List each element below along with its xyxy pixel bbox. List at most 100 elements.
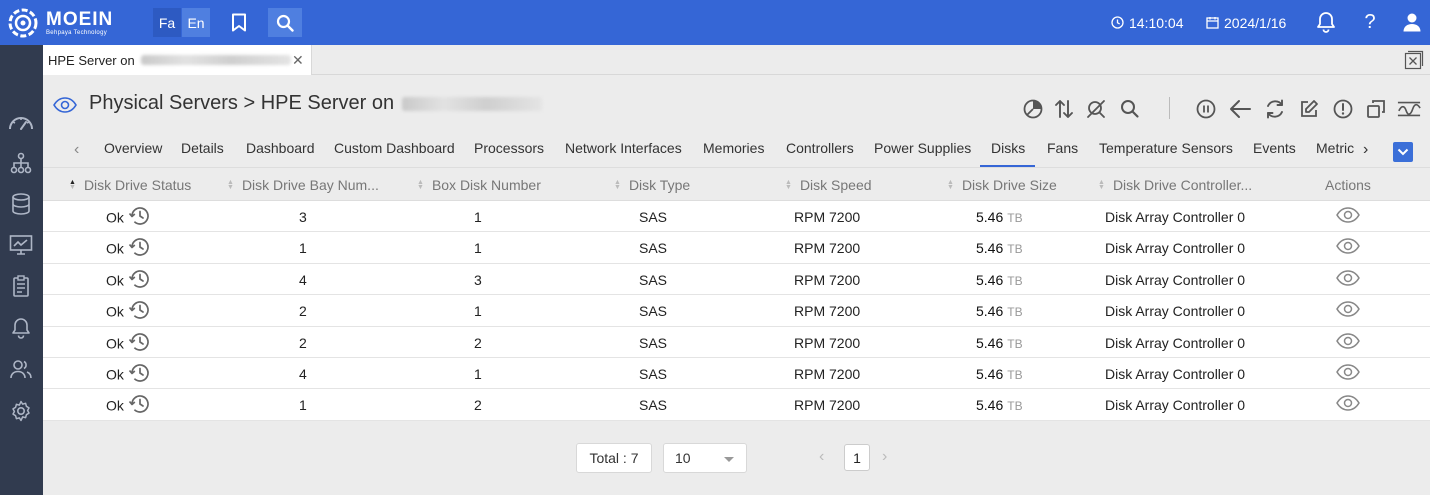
disk-size-value: 5.46 bbox=[976, 240, 1004, 257]
tab-metric[interactable]: Metric bbox=[1316, 140, 1354, 156]
tabs-scroll-left-icon[interactable]: ‹ bbox=[74, 141, 79, 159]
view-details-eye-icon[interactable] bbox=[1336, 270, 1360, 289]
total-count: Total : 7 bbox=[576, 443, 652, 473]
chart-button[interactable] bbox=[1021, 97, 1045, 121]
view-details-eye-icon[interactable] bbox=[1336, 238, 1360, 257]
copy-button[interactable] bbox=[1364, 97, 1388, 121]
table-row[interactable]: Ok 1 1 SAS RPM 7200 5.46 TB Disk Array Controll… bbox=[43, 232, 1430, 264]
bookmark-button[interactable] bbox=[222, 8, 256, 37]
sort-button[interactable] bbox=[1052, 97, 1076, 121]
history-icon[interactable] bbox=[128, 269, 150, 292]
sidebar-item-monitoring[interactable] bbox=[8, 232, 34, 258]
history-icon[interactable] bbox=[128, 206, 150, 229]
column-header-controller[interactable]: ▲ ▼ Disk Drive Controller... bbox=[1098, 177, 1252, 193]
view-details-eye-icon[interactable] bbox=[1336, 301, 1360, 320]
tabs-scroll-right-icon[interactable]: › bbox=[1363, 141, 1368, 159]
clear-filter-button[interactable] bbox=[1084, 97, 1108, 121]
column-header-box-disk-number[interactable]: ▲ ▼ Box Disk Number bbox=[417, 177, 541, 193]
column-header-bay-number[interactable]: ▲ ▼ Disk Drive Bay Num... bbox=[227, 177, 379, 193]
next-page-icon[interactable]: › bbox=[882, 448, 887, 466]
table-row[interactable]: Ok 3 1 SAS RPM 7200 5.46 TB Disk Array Controll… bbox=[43, 201, 1430, 233]
signal-button[interactable] bbox=[1397, 97, 1421, 121]
breadcrumb: Physical Servers > HPE Server on bbox=[89, 92, 395, 114]
column-header-status[interactable]: ▲ ▼ Disk Drive Status bbox=[69, 177, 191, 193]
history-icon[interactable] bbox=[128, 394, 150, 417]
top-bar: MOEIN Behpaya Technology Fa En 14:10:04 … bbox=[0, 0, 1430, 45]
sort-icon bbox=[1055, 100, 1073, 118]
close-all-tabs-icon[interactable] bbox=[1404, 50, 1424, 70]
sidebar-item-database[interactable] bbox=[8, 191, 34, 217]
help-icon: ? bbox=[1364, 10, 1376, 33]
sidebar-item-reports[interactable] bbox=[8, 273, 34, 299]
status-text: Ok bbox=[106, 272, 124, 289]
search-button[interactable] bbox=[1118, 97, 1142, 121]
sidebar-item-settings[interactable] bbox=[8, 398, 34, 424]
history-icon[interactable] bbox=[128, 300, 150, 323]
back-button[interactable] bbox=[1228, 97, 1252, 121]
prev-page-icon[interactable]: ‹ bbox=[819, 448, 824, 466]
document-tab[interactable]: HPE Server on bbox=[43, 45, 312, 75]
tab-custom-dashboard[interactable]: Custom Dashboard bbox=[334, 140, 455, 156]
tab-details[interactable]: Details bbox=[181, 140, 224, 156]
column-header-actions: Actions bbox=[1325, 177, 1371, 193]
tab-close-icon[interactable]: ✕ bbox=[292, 52, 304, 69]
alert-button[interactable] bbox=[1331, 97, 1355, 121]
tab-network-interfaces[interactable]: Network Interfaces bbox=[565, 140, 682, 156]
page-size-select[interactable]: 10 bbox=[663, 443, 747, 473]
disk-size-unit: TB bbox=[1007, 336, 1023, 351]
tab-dashboard[interactable]: Dashboard bbox=[246, 140, 315, 156]
search-icon bbox=[276, 14, 294, 32]
disk-type-cell: SAS bbox=[639, 365, 668, 382]
tab-temperature-sensors[interactable]: Temperature Sensors bbox=[1099, 140, 1233, 156]
sort-icon: ▲ ▼ bbox=[1098, 179, 1105, 191]
database-icon bbox=[12, 193, 30, 215]
view-details-eye-icon[interactable] bbox=[1336, 364, 1360, 383]
page-number-button[interactable]: 1 bbox=[844, 444, 870, 471]
table-row[interactable]: Ok 2 1 SAS RPM 7200 5.46 TB Disk Array Controll… bbox=[43, 295, 1430, 327]
disk-size-cell: 5.46 TB bbox=[976, 240, 1023, 256]
refresh-button[interactable] bbox=[1263, 97, 1287, 121]
tabs-dropdown-button[interactable] bbox=[1393, 142, 1413, 162]
notifications-button[interactable] bbox=[1315, 11, 1337, 33]
history-icon[interactable] bbox=[128, 332, 150, 355]
history-icon[interactable] bbox=[128, 363, 150, 386]
tab-fans[interactable]: Fans bbox=[1047, 140, 1078, 156]
table-row[interactable]: Ok 2 2 SAS RPM 7200 5.46 TB Disk Array Controll… bbox=[43, 326, 1430, 358]
sidebar-item-alerts[interactable] bbox=[8, 315, 34, 341]
pause-button[interactable] bbox=[1194, 97, 1218, 121]
sidebar-item-users[interactable] bbox=[8, 356, 34, 382]
table-row[interactable]: Ok 4 1 SAS RPM 7200 5.46 TB Disk Array Controll… bbox=[43, 357, 1430, 390]
box-disk-number-cell: 1 bbox=[474, 209, 482, 225]
tab-controllers[interactable]: Controllers bbox=[786, 140, 854, 156]
clock-time: 14:10:04 bbox=[1129, 14, 1184, 31]
monitor-icon bbox=[9, 235, 33, 255]
help-button[interactable]: ? bbox=[1359, 11, 1381, 33]
redacted-text bbox=[402, 96, 543, 111]
global-search-button[interactable] bbox=[268, 8, 302, 37]
column-header-disk-speed[interactable]: ▲ ▼ Disk Speed bbox=[785, 177, 872, 193]
table-row[interactable]: Ok 1 2 SAS RPM 7200 5.46 TB Disk Array Controll… bbox=[43, 389, 1430, 421]
sidebar-item-topology[interactable] bbox=[8, 150, 34, 176]
tab-disks[interactable]: Disks bbox=[991, 140, 1025, 156]
view-details-eye-icon[interactable] bbox=[1336, 332, 1360, 352]
history-icon[interactable] bbox=[128, 237, 150, 260]
lang-fa-button[interactable]: Fa bbox=[153, 8, 181, 37]
logo[interactable]: MOEIN Behpaya Technology bbox=[8, 7, 113, 39]
status-text: Ok bbox=[106, 209, 124, 226]
caret-down-icon bbox=[724, 457, 734, 462]
sidebar-item-dashboard[interactable] bbox=[8, 109, 34, 135]
table-row[interactable]: Ok 4 3 SAS RPM 7200 5.46 TB Disk Array Controll… bbox=[43, 263, 1430, 296]
column-header-disk-size[interactable]: ▲ ▼ Disk Drive Size bbox=[947, 177, 1057, 193]
status-text: Ok bbox=[106, 303, 124, 320]
tab-processors[interactable]: Processors bbox=[474, 140, 544, 156]
view-details-eye-icon[interactable] bbox=[1336, 207, 1360, 226]
tab-power-supplies[interactable]: Power Supplies bbox=[874, 140, 971, 156]
edit-button[interactable] bbox=[1297, 97, 1321, 121]
lang-en-button[interactable]: En bbox=[182, 8, 210, 37]
tab-memories[interactable]: Memories bbox=[703, 140, 764, 156]
view-details-eye-icon[interactable] bbox=[1336, 395, 1360, 414]
user-menu-button[interactable] bbox=[1401, 11, 1423, 33]
tab-events[interactable]: Events bbox=[1253, 140, 1296, 156]
column-header-disk-type[interactable]: ▲ ▼ Disk Type bbox=[614, 177, 690, 193]
tab-overview[interactable]: Overview bbox=[104, 140, 162, 156]
